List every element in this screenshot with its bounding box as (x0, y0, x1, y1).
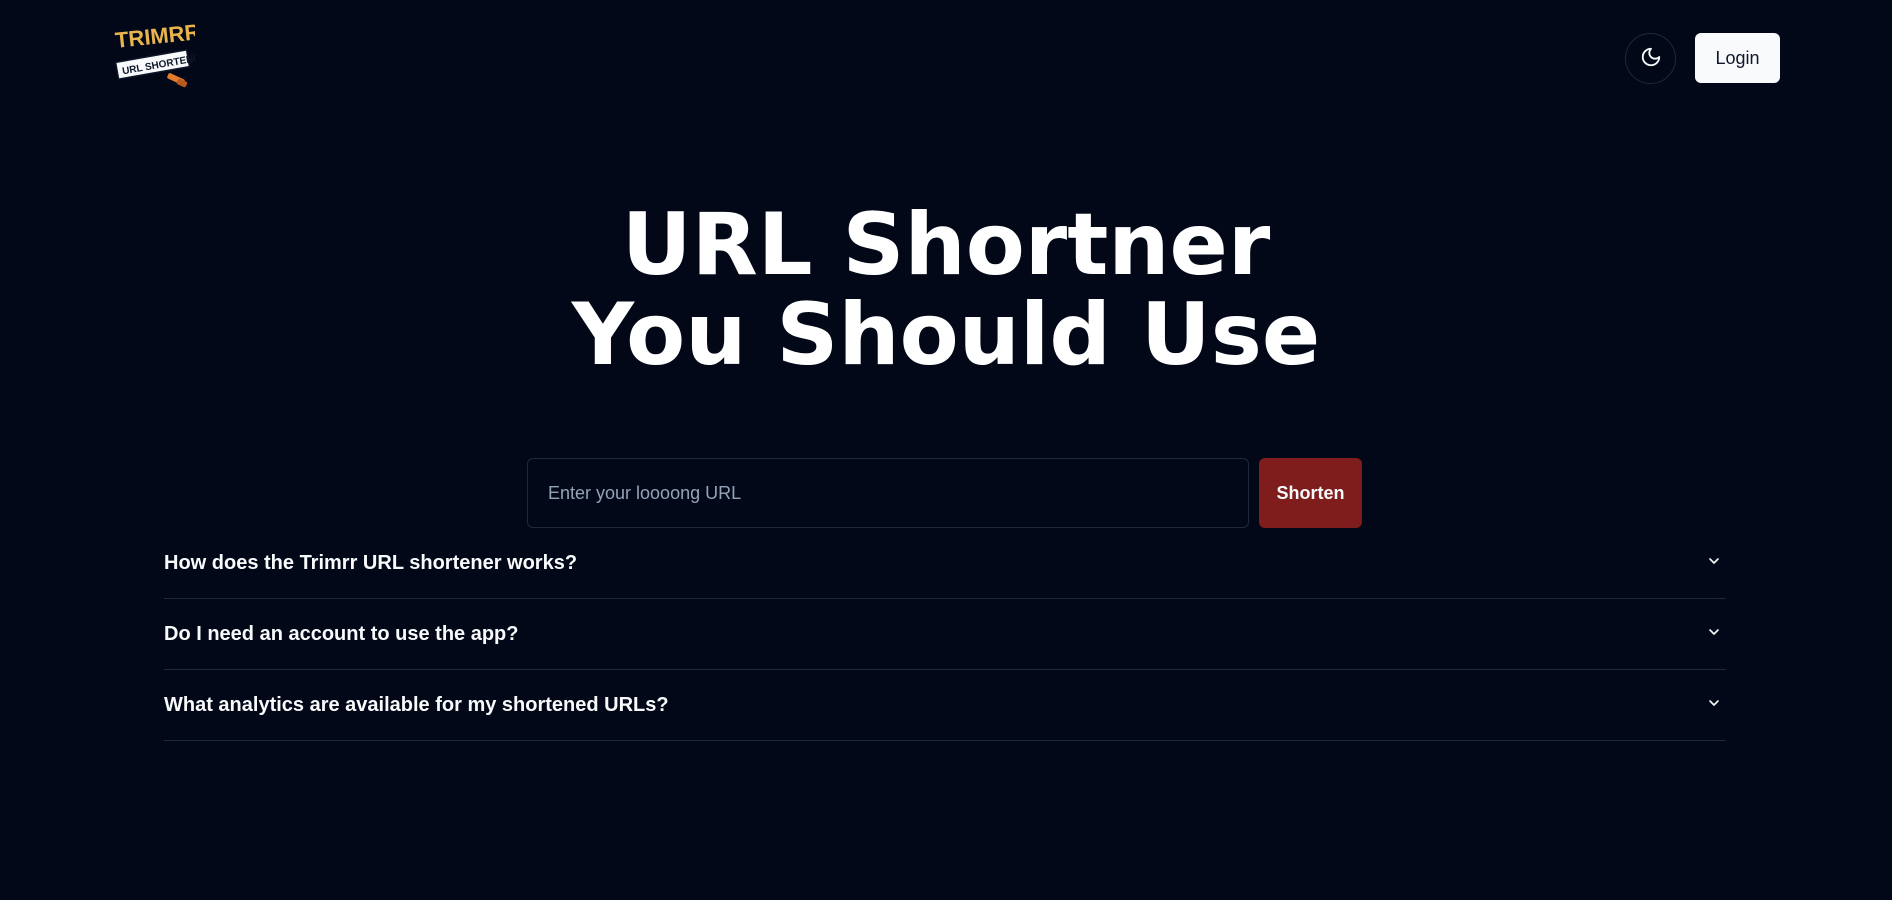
faq-question: Do I need an account to use the app? (164, 622, 519, 645)
header: TRIMRR URL SHORTENER Login (0, 0, 1892, 120)
url-input[interactable] (527, 458, 1249, 528)
chevron-down-icon (1706, 553, 1726, 574)
faq-question: How does the Trimrr URL shortener works? (164, 551, 578, 574)
shorten-button[interactable]: Shorten (1259, 458, 1362, 528)
hero-title-line-1: URL Shortner (621, 195, 1271, 295)
chevron-down-icon (1706, 624, 1726, 645)
faq-item[interactable]: How does the Trimrr URL shortener works? (164, 528, 1726, 599)
hero-title: URL Shortner You Should Use (0, 200, 1892, 380)
faq-item[interactable]: What analytics are available for my shor… (164, 670, 1726, 741)
moon-icon (1640, 46, 1662, 71)
trimrr-logo[interactable]: TRIMRR URL SHORTENER (113, 19, 209, 94)
theme-toggle-button[interactable] (1625, 33, 1676, 84)
logo-graphic: TRIMRR URL SHORTENER (114, 19, 209, 88)
hero-title-line-2: You Should Use (571, 285, 1321, 385)
faq-item[interactable]: Do I need an account to use the app? (164, 599, 1726, 670)
svg-text:TRIMRR: TRIMRR (114, 22, 195, 53)
faq-question: What analytics are available for my shor… (164, 693, 669, 716)
shorten-form: Shorten (527, 458, 1362, 528)
faq-accordion: How does the Trimrr URL shortener works?… (164, 528, 1726, 741)
chevron-down-icon (1706, 695, 1726, 716)
login-button[interactable]: Login (1695, 33, 1780, 83)
